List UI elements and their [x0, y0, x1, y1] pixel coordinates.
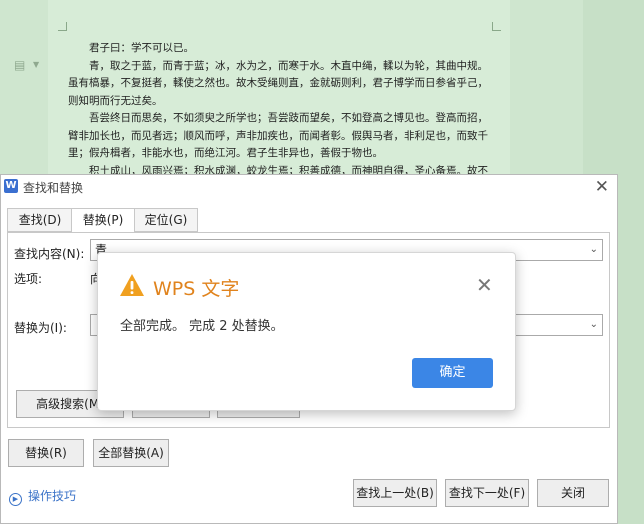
warning-icon: [120, 274, 144, 296]
close-button[interactable]: 关闭: [537, 479, 609, 507]
ok-button[interactable]: 确定: [412, 358, 493, 388]
result-message-box: WPS 文字 ✕ 全部完成。 完成 2 处替换。 确定: [97, 252, 516, 411]
chevron-down-icon[interactable]: ▼: [33, 60, 39, 69]
chevron-down-icon[interactable]: ⌄: [590, 315, 598, 335]
play-icon: ▶: [9, 493, 22, 506]
document-body[interactable]: 君子曰：学不可以已。青，取之于蓝，而青于蓝；冰，水为之，而寒于水。木直中绳，輮以…: [68, 40, 498, 180]
replace-all-button[interactable]: 全部替换(A): [93, 439, 169, 467]
tab-replace[interactable]: 替换(P): [71, 208, 135, 233]
message-title: WPS 文字: [153, 278, 240, 300]
page-corner-mark-right: [492, 22, 501, 31]
close-icon[interactable]: ✕: [595, 177, 609, 197]
chevron-down-icon[interactable]: ⌄: [590, 240, 598, 260]
close-icon[interactable]: ✕: [476, 273, 493, 297]
document-paragraph: 虽有槁暴，不复挺者，輮使之然也。故木受绳则直，金就砺则利，君子博学而日参省乎己，: [68, 77, 488, 89]
replace-label: 替换为(I):: [14, 321, 67, 335]
replace-button[interactable]: 替换(R): [8, 439, 84, 467]
page-corner-mark-left: [58, 22, 67, 31]
document-paragraph: 君子曰：学不可以已。: [89, 42, 194, 54]
document-paragraph: 里；假舟楫者，非能水也，而绝江河。君子生非异也，善假于物也。: [68, 147, 383, 159]
paragraph-layout-icon[interactable]: ▤: [14, 58, 28, 72]
tab-find[interactable]: 查找(D): [7, 208, 73, 232]
document-paragraph: 吾尝终日而思矣，不如须臾之所学也；吾尝跂而望矣，不如登高之博见也。登高而招，: [89, 112, 488, 124]
options-label: 选项:: [14, 272, 43, 286]
dialog-titlebar[interactable]: W 查找和替换 ✕: [1, 175, 617, 199]
tips-link[interactable]: ▶ 操作技巧: [9, 487, 76, 506]
tips-label: 操作技巧: [28, 489, 77, 503]
tab-goto[interactable]: 定位(G): [134, 208, 198, 232]
find-previous-button[interactable]: 查找上一处(B): [353, 479, 437, 507]
document-paragraph: 则知明而行无过矣。: [68, 94, 163, 107]
wps-app-icon: W: [4, 179, 18, 193]
find-next-button[interactable]: 查找下一处(F): [445, 479, 529, 507]
dialog-title: 查找和替换: [23, 181, 84, 195]
document-paragraph: 青，取之于蓝，而青于蓝；冰，水为之，而寒于水。木直中绳，輮以为轮，其曲中规。: [89, 59, 488, 72]
document-paragraph: 臂非加长也，而见者远；顺风而呼，声非加疾也，而闻者彰。假舆马者，非利足也，而致千: [68, 129, 488, 142]
message-text: 全部完成。 完成 2 处替换。: [120, 319, 284, 334]
find-label: 查找内容(N):: [14, 247, 85, 261]
